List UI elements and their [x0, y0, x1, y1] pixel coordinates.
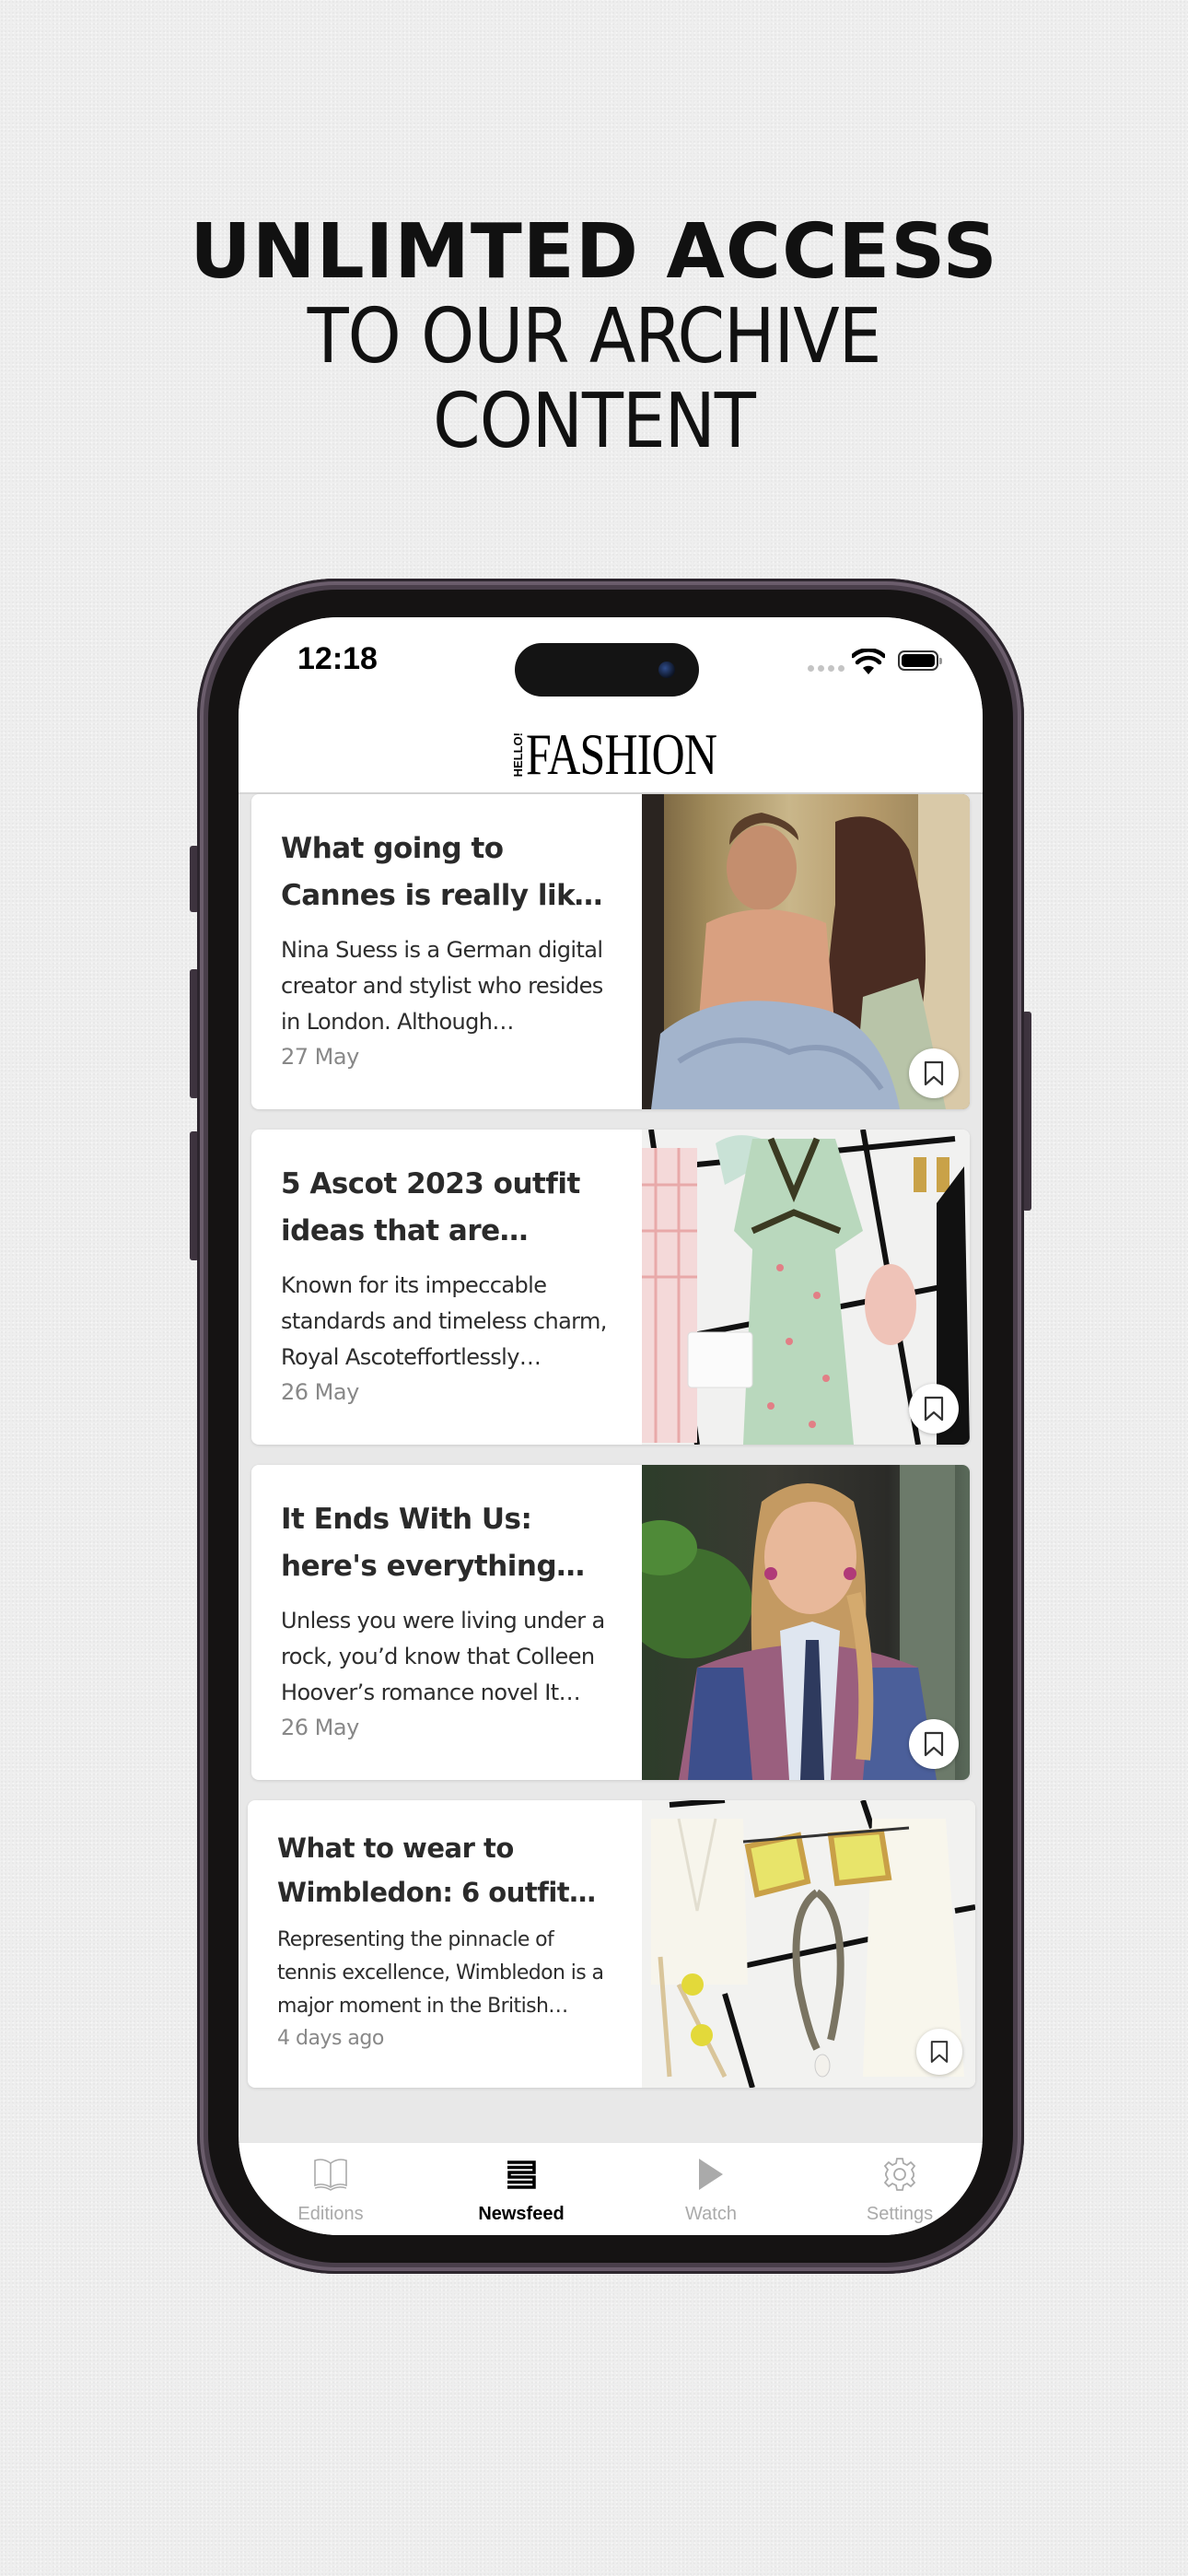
article-image[interactable] [642, 1130, 970, 1445]
tab-label: Watch [685, 2204, 737, 2224]
logo-hello: HELLO! [511, 732, 525, 778]
article-date: 4 days ago [277, 2027, 384, 2050]
bookmark-button[interactable] [909, 1384, 959, 1434]
article-card[interactable]: 5 Ascot 2023 outfit ideas that are actua… [251, 1130, 970, 1445]
tab-settings[interactable]: Settings [808, 2152, 983, 2225]
bookmark-icon [930, 2041, 949, 2063]
cellular-signal-icon [808, 665, 844, 672]
battery-icon [898, 650, 942, 671]
play-icon [699, 2159, 723, 2190]
camera-icon [658, 662, 675, 678]
dynamic-island [515, 643, 699, 697]
article-title[interactable]: 5 Ascot 2023 outfit ideas that are actua… [281, 1161, 620, 1255]
article-card[interactable]: It Ends With Us: here's everything you n… [251, 1465, 970, 1780]
article-title[interactable]: What going to Cannes is really like acco… [281, 825, 620, 919]
bookmark-icon [924, 1731, 944, 1757]
tab-newsfeed[interactable]: Newsfeed [429, 2152, 613, 2225]
gear-icon [883, 2158, 916, 2191]
article-title[interactable]: What to wear to Wimbledon: 6 outfit… [277, 1826, 616, 1914]
bookmark-button[interactable] [909, 1048, 959, 1098]
promo-headline: UNLIMTED ACCESS TO OUR ARCHIVE CONTENT [0, 210, 1188, 464]
wifi-icon [852, 649, 885, 674]
article-summary: Known for its impeccable standards and t… [281, 1272, 607, 1370]
article-summary: Representing the pinnacle of tennis exce… [277, 1928, 604, 2018]
status-bar: 12:18 [239, 617, 983, 719]
bookmark-button[interactable] [909, 1719, 959, 1769]
bookmark-icon [924, 1396, 944, 1422]
article-card[interactable]: What going to Cannes is really like acco… [251, 794, 970, 1109]
bookmark-button[interactable] [916, 2029, 962, 2075]
article-image[interactable] [642, 1465, 970, 1780]
article-summary: Unless you were living under a rock, you… [281, 1608, 605, 1705]
book-icon [314, 2159, 347, 2191]
tab-watch[interactable]: Watch [619, 2152, 803, 2225]
logo-fashion: FASHION [526, 721, 717, 787]
hello-fashion-logo[interactable]: HELLO! FASHION [511, 721, 771, 787]
tab-label: Settings [866, 2204, 934, 2224]
bottom-tab-bar: Editions Newsfeed Watch Settings [239, 2143, 983, 2235]
headline-line-3: CONTENT [433, 378, 756, 465]
status-time: 12:18 [297, 641, 378, 676]
article-date: 27 May [281, 1044, 359, 1070]
bookmark-icon [924, 1060, 944, 1086]
phone-screen: 12:18 HELLO! FASHION What going to Canne… [239, 617, 983, 2235]
headline-line-1: UNLIMTED ACCESS [190, 208, 998, 296]
tab-label: Editions [297, 2204, 364, 2224]
headline-line-2: TO OUR ARCHIVE [307, 293, 882, 381]
app-header: HELLO! FASHION [239, 719, 983, 794]
article-image[interactable] [642, 794, 970, 1109]
article-date: 26 May [281, 1715, 359, 1740]
tab-label: Newsfeed [478, 2204, 565, 2224]
article-summary: Nina Suess is a German digital creator a… [281, 937, 603, 1035]
tab-editions[interactable]: Editions [239, 2152, 423, 2225]
article-card[interactable]: What to wear to Wimbledon: 6 outfit… Rep… [248, 1800, 975, 2088]
article-title[interactable]: It Ends With Us: here's everything you n… [281, 1496, 620, 1590]
article-image[interactable] [642, 1800, 975, 2088]
article-date: 26 May [281, 1379, 359, 1405]
newsfeed-icon [507, 2160, 536, 2189]
